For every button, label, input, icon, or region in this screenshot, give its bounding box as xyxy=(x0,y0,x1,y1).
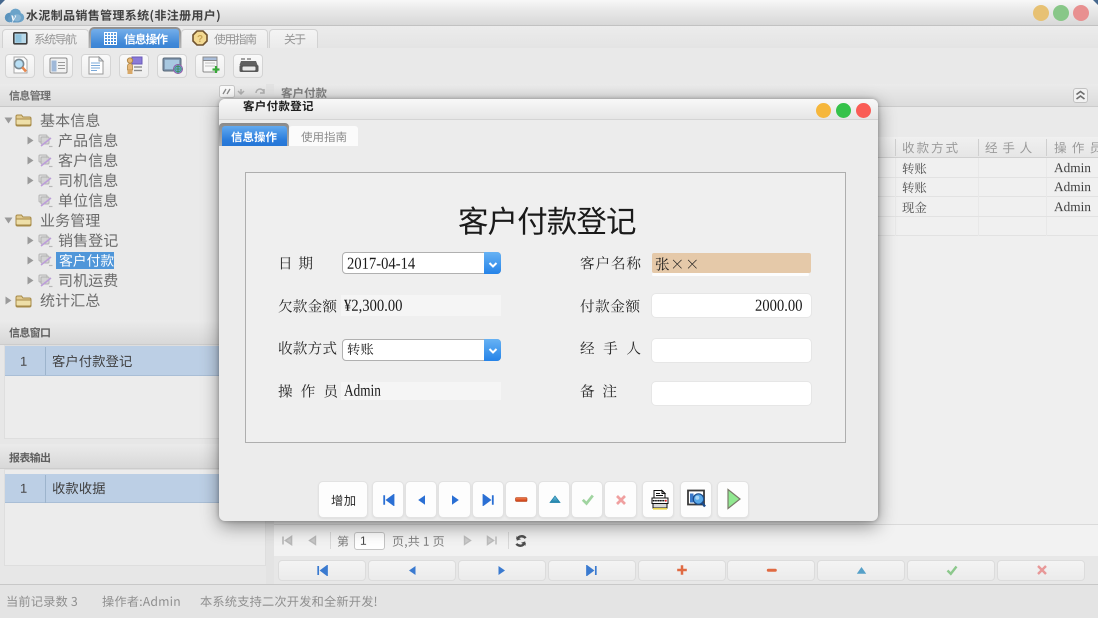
svg-text:?: ? xyxy=(197,34,203,45)
svg-text:y: y xyxy=(9,12,17,23)
